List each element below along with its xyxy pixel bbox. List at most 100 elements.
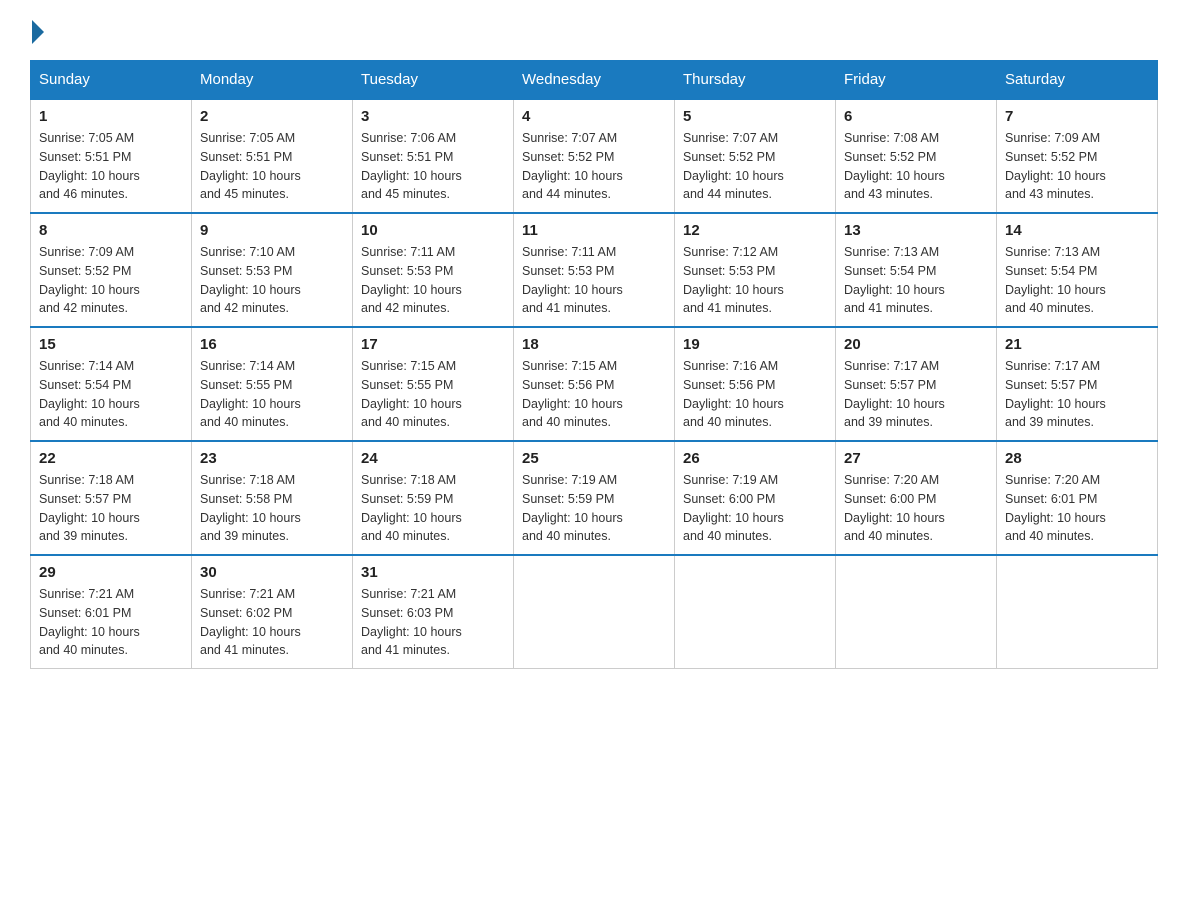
day-cell: 1 Sunrise: 7:05 AMSunset: 5:51 PMDayligh… (31, 99, 192, 213)
day-number: 9 (200, 222, 344, 239)
day-info: Sunrise: 7:19 AMSunset: 6:00 PMDaylight:… (683, 471, 827, 546)
day-cell: 25 Sunrise: 7:19 AMSunset: 5:59 PMDaylig… (514, 441, 675, 555)
day-info: Sunrise: 7:14 AMSunset: 5:54 PMDaylight:… (39, 357, 183, 432)
logo (30, 20, 44, 40)
day-cell: 16 Sunrise: 7:14 AMSunset: 5:55 PMDaylig… (192, 327, 353, 441)
day-number: 12 (683, 222, 827, 239)
column-header-friday: Friday (836, 61, 997, 100)
day-number: 17 (361, 336, 505, 353)
day-cell: 2 Sunrise: 7:05 AMSunset: 5:51 PMDayligh… (192, 99, 353, 213)
day-cell: 9 Sunrise: 7:10 AMSunset: 5:53 PMDayligh… (192, 213, 353, 327)
day-info: Sunrise: 7:08 AMSunset: 5:52 PMDaylight:… (844, 129, 988, 204)
day-cell: 10 Sunrise: 7:11 AMSunset: 5:53 PMDaylig… (353, 213, 514, 327)
week-row-1: 1 Sunrise: 7:05 AMSunset: 5:51 PMDayligh… (31, 99, 1158, 213)
day-info: Sunrise: 7:21 AMSunset: 6:02 PMDaylight:… (200, 585, 344, 660)
day-info: Sunrise: 7:15 AMSunset: 5:55 PMDaylight:… (361, 357, 505, 432)
day-info: Sunrise: 7:11 AMSunset: 5:53 PMDaylight:… (522, 243, 666, 318)
week-row-4: 22 Sunrise: 7:18 AMSunset: 5:57 PMDaylig… (31, 441, 1158, 555)
day-number: 4 (522, 108, 666, 125)
day-info: Sunrise: 7:19 AMSunset: 5:59 PMDaylight:… (522, 471, 666, 546)
day-info: Sunrise: 7:07 AMSunset: 5:52 PMDaylight:… (522, 129, 666, 204)
day-number: 23 (200, 450, 344, 467)
day-number: 8 (39, 222, 183, 239)
day-cell: 7 Sunrise: 7:09 AMSunset: 5:52 PMDayligh… (997, 99, 1158, 213)
day-cell: 30 Sunrise: 7:21 AMSunset: 6:02 PMDaylig… (192, 555, 353, 669)
day-info: Sunrise: 7:20 AMSunset: 6:01 PMDaylight:… (1005, 471, 1149, 546)
day-cell: 27 Sunrise: 7:20 AMSunset: 6:00 PMDaylig… (836, 441, 997, 555)
day-number: 1 (39, 108, 183, 125)
day-number: 21 (1005, 336, 1149, 353)
day-cell: 31 Sunrise: 7:21 AMSunset: 6:03 PMDaylig… (353, 555, 514, 669)
column-header-wednesday: Wednesday (514, 61, 675, 100)
day-info: Sunrise: 7:13 AMSunset: 5:54 PMDaylight:… (1005, 243, 1149, 318)
day-info: Sunrise: 7:20 AMSunset: 6:00 PMDaylight:… (844, 471, 988, 546)
day-number: 16 (200, 336, 344, 353)
day-cell: 21 Sunrise: 7:17 AMSunset: 5:57 PMDaylig… (997, 327, 1158, 441)
day-cell: 24 Sunrise: 7:18 AMSunset: 5:59 PMDaylig… (353, 441, 514, 555)
day-cell: 13 Sunrise: 7:13 AMSunset: 5:54 PMDaylig… (836, 213, 997, 327)
day-number: 29 (39, 564, 183, 581)
day-number: 22 (39, 450, 183, 467)
day-cell: 29 Sunrise: 7:21 AMSunset: 6:01 PMDaylig… (31, 555, 192, 669)
day-info: Sunrise: 7:18 AMSunset: 5:59 PMDaylight:… (361, 471, 505, 546)
day-number: 15 (39, 336, 183, 353)
week-row-2: 8 Sunrise: 7:09 AMSunset: 5:52 PMDayligh… (31, 213, 1158, 327)
day-number: 26 (683, 450, 827, 467)
day-cell: 28 Sunrise: 7:20 AMSunset: 6:01 PMDaylig… (997, 441, 1158, 555)
day-cell: 14 Sunrise: 7:13 AMSunset: 5:54 PMDaylig… (997, 213, 1158, 327)
column-header-tuesday: Tuesday (353, 61, 514, 100)
day-cell: 15 Sunrise: 7:14 AMSunset: 5:54 PMDaylig… (31, 327, 192, 441)
day-cell (675, 555, 836, 669)
day-number: 6 (844, 108, 988, 125)
day-cell: 11 Sunrise: 7:11 AMSunset: 5:53 PMDaylig… (514, 213, 675, 327)
day-cell: 12 Sunrise: 7:12 AMSunset: 5:53 PMDaylig… (675, 213, 836, 327)
day-number: 25 (522, 450, 666, 467)
day-cell: 4 Sunrise: 7:07 AMSunset: 5:52 PMDayligh… (514, 99, 675, 213)
column-header-saturday: Saturday (997, 61, 1158, 100)
day-number: 11 (522, 222, 666, 239)
day-number: 2 (200, 108, 344, 125)
day-number: 28 (1005, 450, 1149, 467)
day-info: Sunrise: 7:17 AMSunset: 5:57 PMDaylight:… (844, 357, 988, 432)
logo-arrow-icon (32, 20, 44, 44)
day-cell: 23 Sunrise: 7:18 AMSunset: 5:58 PMDaylig… (192, 441, 353, 555)
day-number: 10 (361, 222, 505, 239)
column-header-monday: Monday (192, 61, 353, 100)
day-info: Sunrise: 7:18 AMSunset: 5:58 PMDaylight:… (200, 471, 344, 546)
day-info: Sunrise: 7:17 AMSunset: 5:57 PMDaylight:… (1005, 357, 1149, 432)
day-number: 27 (844, 450, 988, 467)
day-number: 19 (683, 336, 827, 353)
day-info: Sunrise: 7:15 AMSunset: 5:56 PMDaylight:… (522, 357, 666, 432)
week-row-3: 15 Sunrise: 7:14 AMSunset: 5:54 PMDaylig… (31, 327, 1158, 441)
day-number: 3 (361, 108, 505, 125)
day-info: Sunrise: 7:13 AMSunset: 5:54 PMDaylight:… (844, 243, 988, 318)
day-info: Sunrise: 7:18 AMSunset: 5:57 PMDaylight:… (39, 471, 183, 546)
day-number: 13 (844, 222, 988, 239)
day-cell: 17 Sunrise: 7:15 AMSunset: 5:55 PMDaylig… (353, 327, 514, 441)
day-cell: 18 Sunrise: 7:15 AMSunset: 5:56 PMDaylig… (514, 327, 675, 441)
day-info: Sunrise: 7:09 AMSunset: 5:52 PMDaylight:… (1005, 129, 1149, 204)
day-info: Sunrise: 7:21 AMSunset: 6:03 PMDaylight:… (361, 585, 505, 660)
day-cell: 3 Sunrise: 7:06 AMSunset: 5:51 PMDayligh… (353, 99, 514, 213)
day-info: Sunrise: 7:14 AMSunset: 5:55 PMDaylight:… (200, 357, 344, 432)
day-cell: 22 Sunrise: 7:18 AMSunset: 5:57 PMDaylig… (31, 441, 192, 555)
day-info: Sunrise: 7:09 AMSunset: 5:52 PMDaylight:… (39, 243, 183, 318)
calendar-body: 1 Sunrise: 7:05 AMSunset: 5:51 PMDayligh… (31, 99, 1158, 669)
day-info: Sunrise: 7:07 AMSunset: 5:52 PMDaylight:… (683, 129, 827, 204)
day-cell: 8 Sunrise: 7:09 AMSunset: 5:52 PMDayligh… (31, 213, 192, 327)
day-cell: 19 Sunrise: 7:16 AMSunset: 5:56 PMDaylig… (675, 327, 836, 441)
day-cell: 5 Sunrise: 7:07 AMSunset: 5:52 PMDayligh… (675, 99, 836, 213)
day-info: Sunrise: 7:06 AMSunset: 5:51 PMDaylight:… (361, 129, 505, 204)
calendar-table: SundayMondayTuesdayWednesdayThursdayFrid… (30, 60, 1158, 669)
day-number: 24 (361, 450, 505, 467)
day-cell (997, 555, 1158, 669)
day-number: 30 (200, 564, 344, 581)
column-header-thursday: Thursday (675, 61, 836, 100)
day-info: Sunrise: 7:16 AMSunset: 5:56 PMDaylight:… (683, 357, 827, 432)
day-info: Sunrise: 7:21 AMSunset: 6:01 PMDaylight:… (39, 585, 183, 660)
day-info: Sunrise: 7:05 AMSunset: 5:51 PMDaylight:… (200, 129, 344, 204)
day-number: 7 (1005, 108, 1149, 125)
day-info: Sunrise: 7:10 AMSunset: 5:53 PMDaylight:… (200, 243, 344, 318)
page-header (30, 20, 1158, 40)
day-info: Sunrise: 7:05 AMSunset: 5:51 PMDaylight:… (39, 129, 183, 204)
